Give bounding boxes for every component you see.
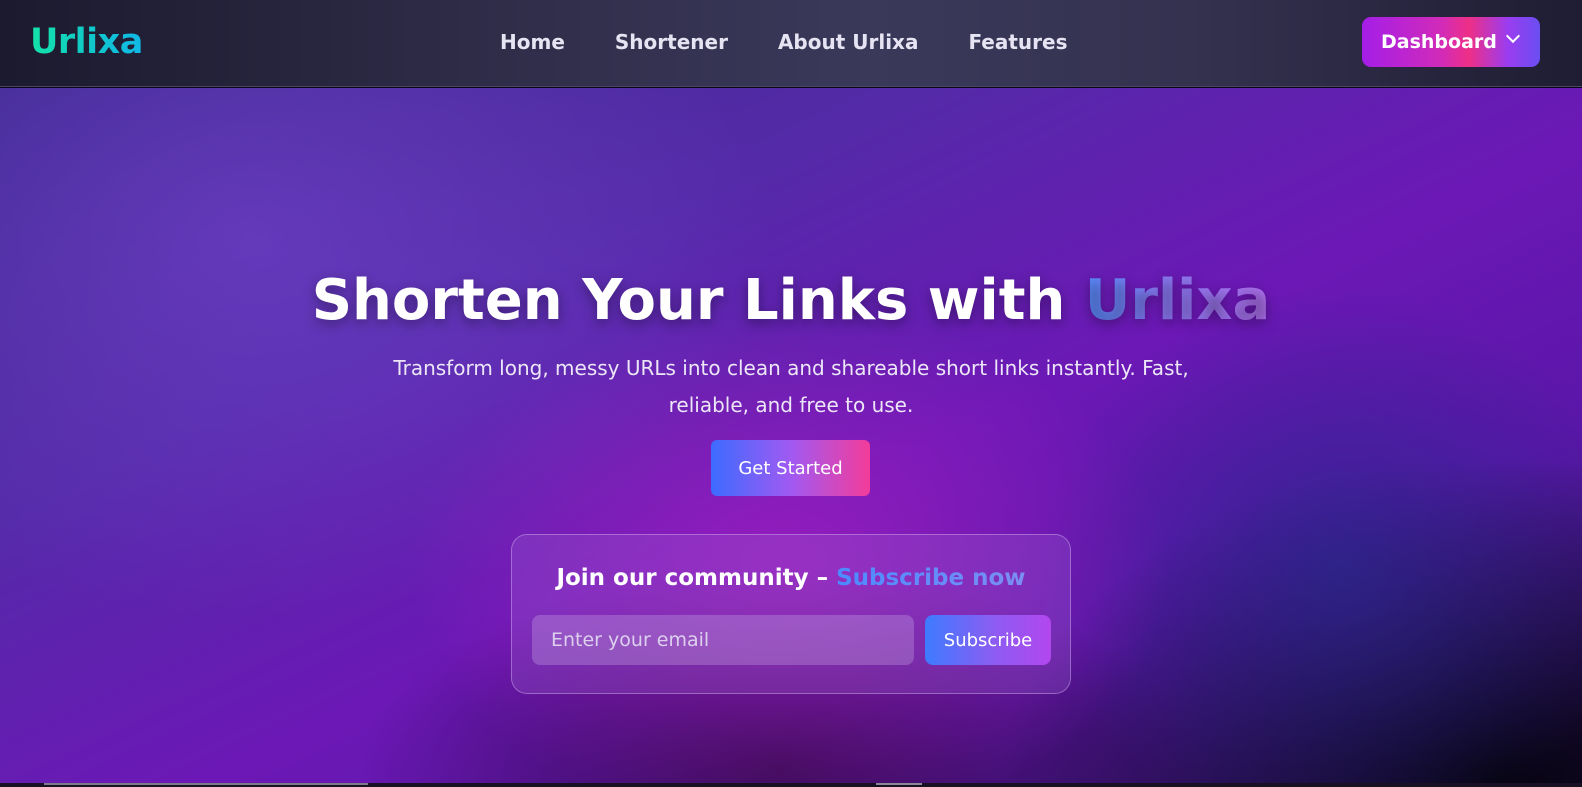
nav-link-about[interactable]: About Urlixa: [778, 30, 919, 54]
nav-links: Home Shortener About Urlixa Features: [500, 30, 1118, 54]
nav-link-shortener[interactable]: Shortener: [615, 30, 728, 54]
nav-link-home[interactable]: Home: [500, 30, 565, 54]
subscribe-title-main: Join our community –: [556, 565, 837, 591]
hero-subtitle: Transform long, messy URLs into clean an…: [393, 356, 1189, 417]
hero-title-accent: Urlixa: [1084, 268, 1271, 333]
email-input[interactable]: [532, 615, 914, 665]
hero-title: Shorten Your Links with Urlixa: [0, 268, 1582, 333]
scroll-indicator: [44, 783, 368, 785]
navbar: Urlixa Home Shortener About Urlixa Featu…: [0, 0, 1582, 87]
get-started-button[interactable]: Get Started: [711, 440, 870, 496]
nav-link-features[interactable]: Features: [968, 30, 1067, 54]
dashboard-button[interactable]: Dashboard: [1362, 17, 1540, 67]
dashboard-button-label: Dashboard: [1381, 31, 1497, 53]
subscribe-button[interactable]: Subscribe: [925, 615, 1051, 665]
subscribe-now-link[interactable]: Subscribe now: [836, 565, 1025, 591]
hero-title-main: Shorten Your Links with: [311, 268, 1085, 333]
subscribe-card: Join our community – Subscribe now Subsc…: [511, 534, 1071, 694]
logo[interactable]: Urlixa: [30, 22, 143, 62]
hero-section: Shorten Your Links with Urlixa Transform…: [0, 88, 1582, 787]
scroll-indicator-secondary: [876, 783, 922, 785]
chevron-down-icon: [1505, 28, 1521, 44]
subscribe-title: Join our community – Subscribe now: [512, 565, 1070, 591]
